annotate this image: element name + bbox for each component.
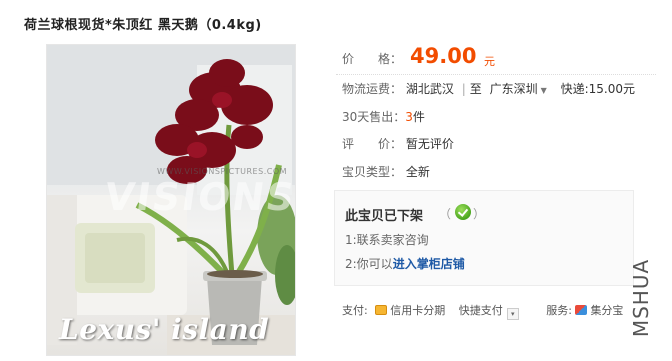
checkmark-icon bbox=[455, 204, 471, 220]
shipping-label: 物流运费： bbox=[342, 82, 403, 96]
service-jifenbao[interactable]: 集分宝 bbox=[590, 304, 623, 317]
stock-watermark-brand: VISIONS bbox=[101, 175, 296, 219]
sales-count: 3 bbox=[405, 110, 413, 124]
shop-watermark: Lexus' island bbox=[59, 313, 270, 346]
review-label: 评 价： bbox=[342, 137, 403, 151]
offshelf-title: 此宝贝已下架 bbox=[345, 209, 424, 224]
shipping-destination-select[interactable]: 广东深圳 ▼ bbox=[490, 82, 547, 96]
side-watermark-text: MSHUA bbox=[629, 258, 654, 338]
credit-installment-link[interactable]: 信用卡分期 bbox=[390, 304, 445, 317]
service-label: 服务: bbox=[546, 304, 572, 317]
shipping-from: 湖北武汉 bbox=[405, 82, 454, 96]
payment-label: 支付: bbox=[342, 304, 368, 317]
paren-open: （ bbox=[439, 207, 452, 221]
offshelf-panel: 此宝贝已下架 （ ） 1:联系卖家咨询 2:你可以进入掌柜店铺 bbox=[334, 190, 634, 286]
shipping-to: 广东深圳 bbox=[489, 82, 538, 96]
enter-shop-step: 2:你可以进入掌柜店铺 bbox=[345, 255, 465, 272]
sales-unit: 件 bbox=[412, 110, 425, 124]
shipping-row: 物流运费： 湖北武汉 | 至 广东深圳 ▼ 快递:15.00元 bbox=[342, 80, 635, 97]
shipping-to-prefix: 至 bbox=[469, 82, 482, 96]
sales-label: 30天售出： bbox=[342, 110, 406, 124]
price-row: 价 格： bbox=[342, 50, 402, 67]
contact-seller-step: 1:联系卖家咨询 bbox=[345, 233, 429, 247]
shipping-express: 快递:15.00元 bbox=[560, 82, 635, 96]
product-image[interactable]: WWW.VISIONSPICTURES.COM VISIONS Lexus' i… bbox=[46, 44, 296, 356]
payment-bar: 支付: 信用卡分期 快捷支付 ▾ 服务: 集分宝 bbox=[342, 302, 623, 320]
jifenbao-icon bbox=[575, 305, 588, 315]
shipping-separator: | bbox=[461, 82, 466, 96]
credit-card-icon bbox=[375, 305, 388, 315]
price-label: 价 格： bbox=[342, 52, 403, 66]
chevron-down-icon: ▼ bbox=[540, 86, 547, 95]
review-row: 评 价： 暂无评价 bbox=[342, 135, 454, 152]
side-watermark: MSHUA bbox=[629, 248, 666, 348]
type-row: 宝贝类型： 全新 bbox=[342, 163, 430, 180]
enter-shop-link[interactable]: 进入掌柜店铺 bbox=[393, 257, 465, 271]
divider bbox=[336, 74, 656, 75]
price-unit: 元 bbox=[484, 55, 495, 68]
chevron-down-icon[interactable]: ▾ bbox=[506, 308, 519, 320]
type-value: 全新 bbox=[405, 165, 430, 179]
product-title: 荷兰球根现货*朱顶红 黑天鹅（0.4kg) bbox=[24, 18, 262, 33]
enter-shop-prefix: 2:你可以 bbox=[345, 257, 393, 271]
sales-row: 30天售出：3件 bbox=[342, 108, 425, 125]
paren-close: ） bbox=[473, 207, 486, 221]
type-label: 宝贝类型： bbox=[342, 165, 403, 179]
review-value: 暂无评价 bbox=[405, 137, 454, 151]
price-value: 49.00 bbox=[410, 44, 477, 68]
quick-pay-link[interactable]: 快捷支付 bbox=[459, 304, 503, 317]
